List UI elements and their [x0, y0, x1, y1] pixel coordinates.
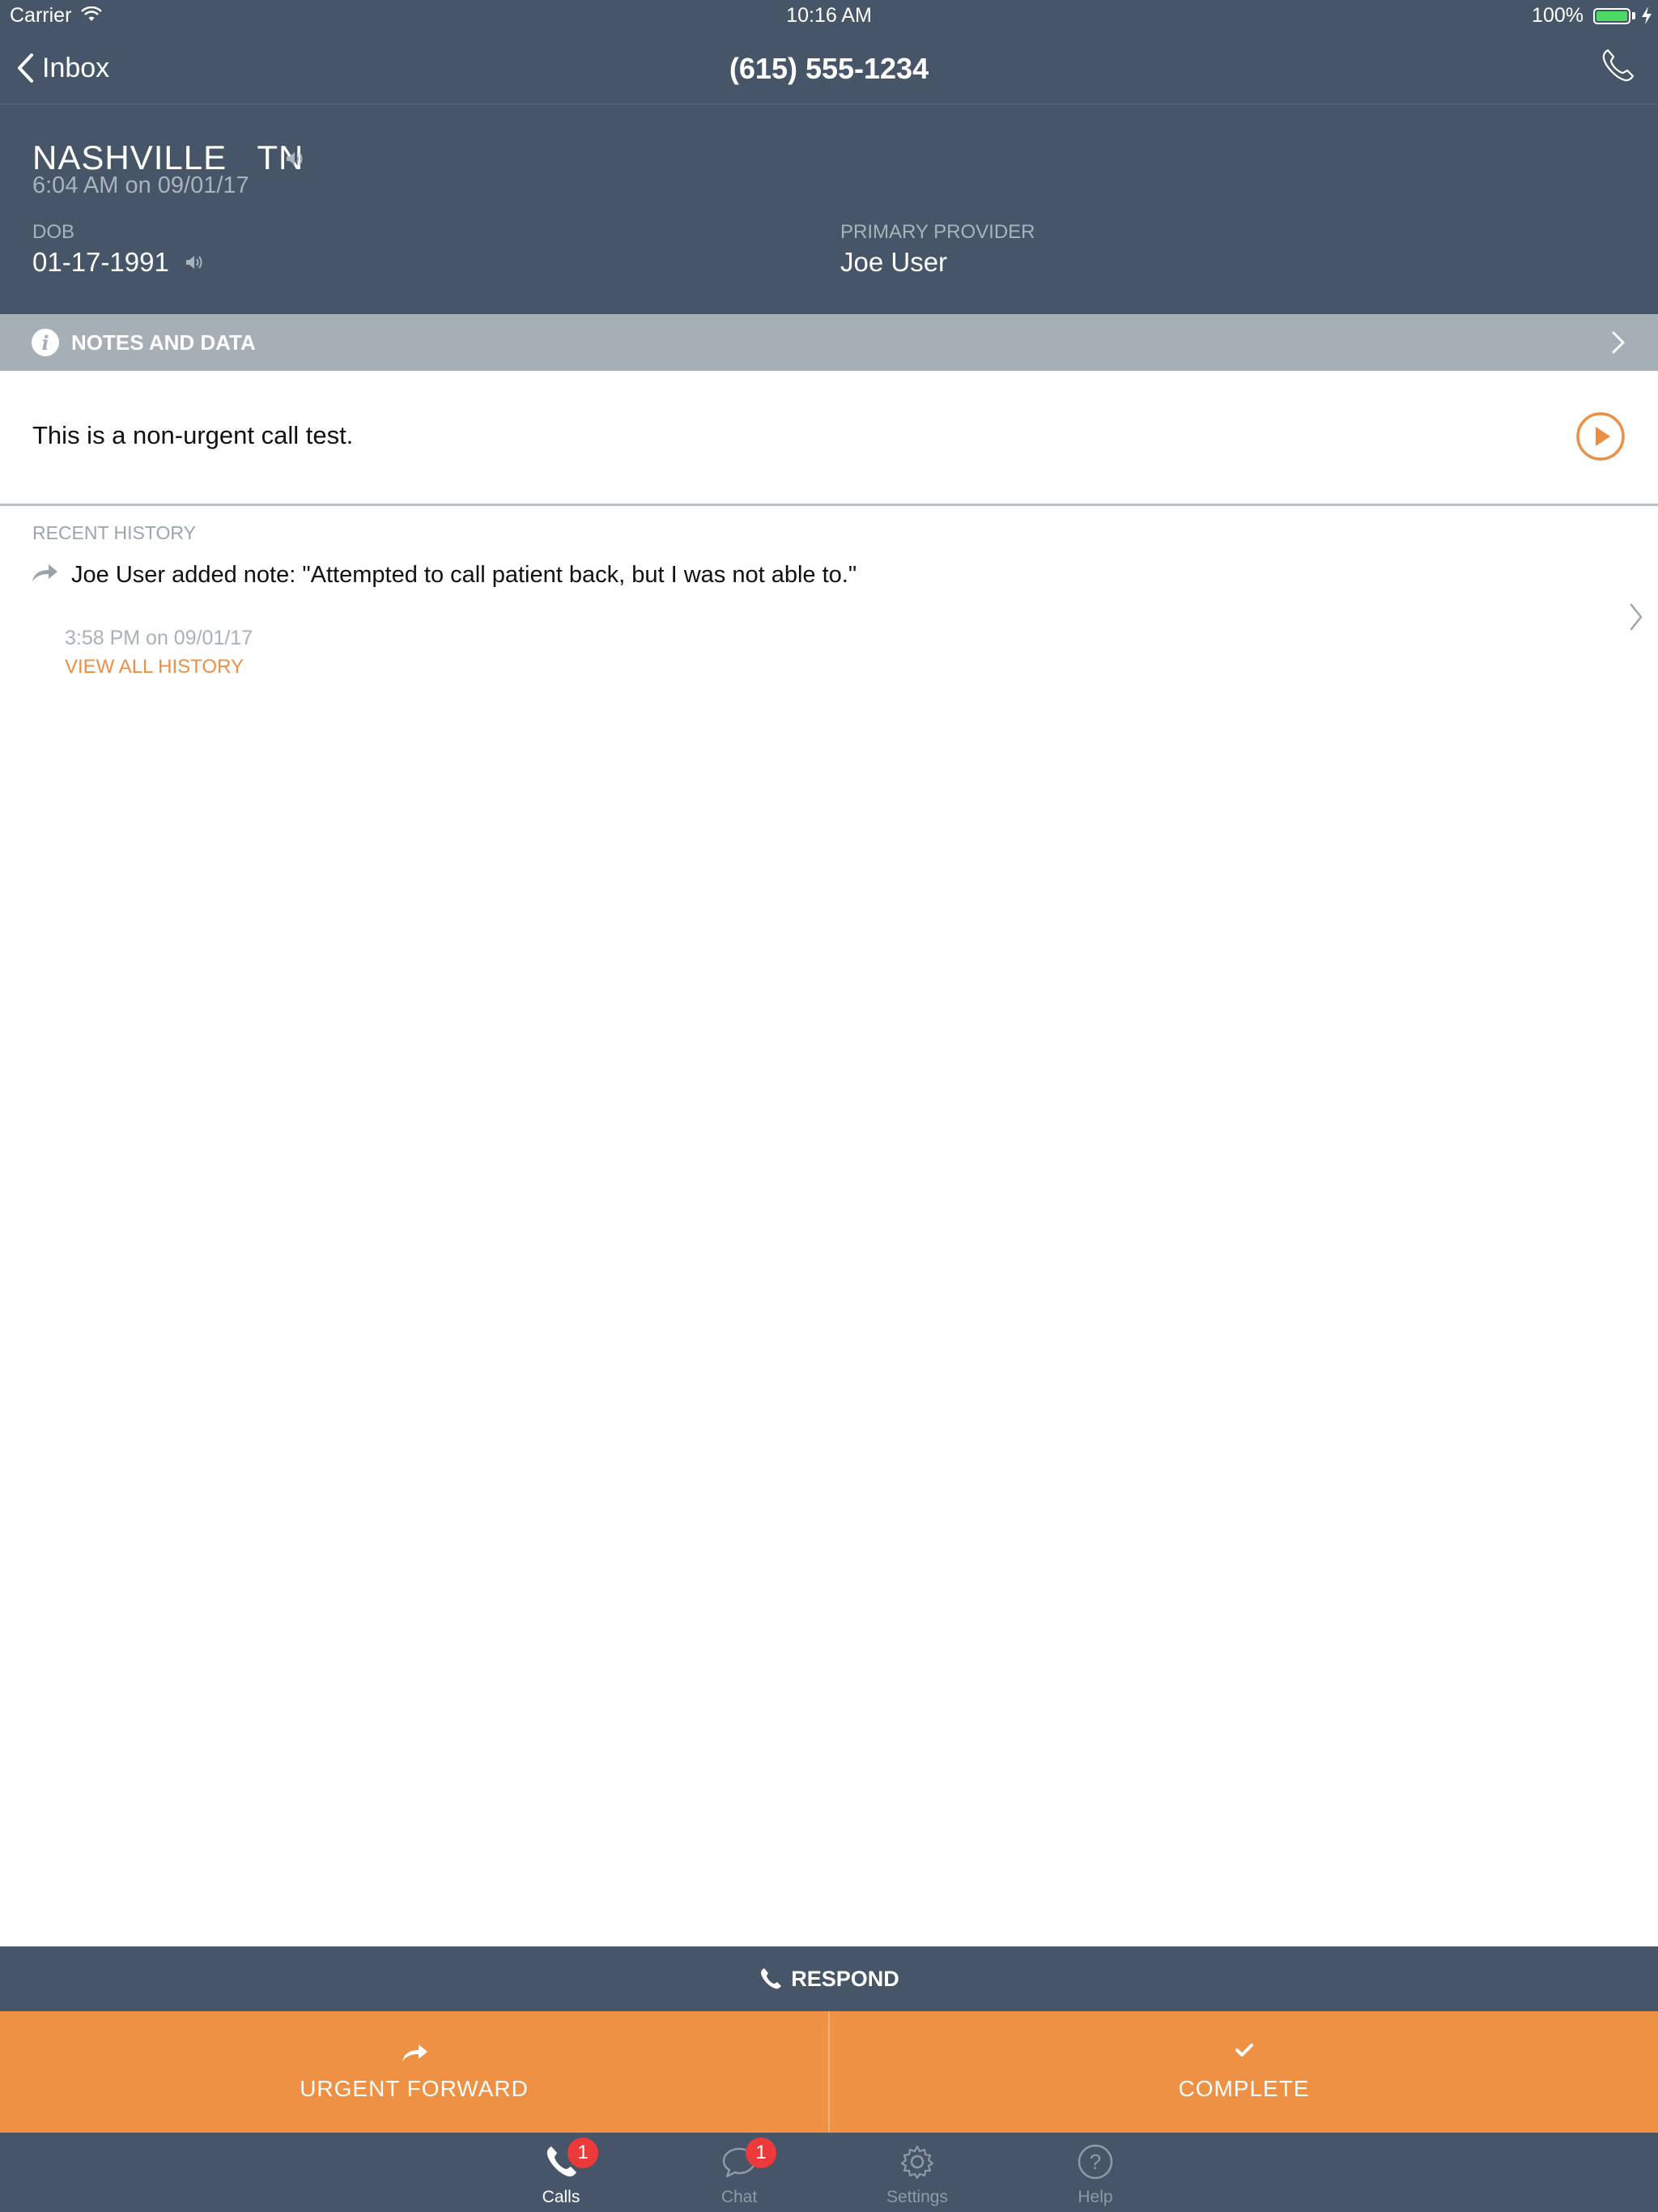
respond-label: RESPOND: [791, 1966, 899, 1991]
phone-icon: [761, 1968, 782, 1989]
svg-text:i: i: [41, 331, 49, 355]
help-icon: ?: [1078, 2144, 1113, 2180]
tab-label: Settings: [886, 2188, 948, 2206]
battery-tip: [1632, 12, 1635, 19]
battery-percent: 100%: [1532, 4, 1584, 27]
tab-label: Chat: [721, 2188, 758, 2206]
complete-label: COMPLETE: [1178, 2076, 1310, 2101]
primary-provider-label: PRIMARY PROVIDER: [840, 221, 1035, 243]
checkmark-icon: [1235, 2044, 1253, 2057]
battery-icon: [1593, 8, 1630, 24]
chat-badge: 1: [746, 2138, 776, 2168]
charging-icon: [1642, 6, 1652, 24]
play-icon[interactable]: [1575, 411, 1626, 462]
tab-label: Help: [1078, 2188, 1113, 2206]
dob-value: 01-17-1991: [32, 247, 169, 277]
call-phone-icon[interactable]: [1598, 45, 1639, 86]
history-timestamp: 3:58 PM on 09/01/17: [65, 627, 253, 649]
tab-chat[interactable]: 1 Chat: [691, 2133, 788, 2212]
call-message: This is a non-urgent call test.: [0, 371, 1658, 506]
history-note: Joe User added note: "Attempted to call …: [71, 562, 857, 588]
tab-help[interactable]: ? Help: [1047, 2133, 1144, 2212]
view-all-history-link[interactable]: VIEW ALL HISTORY: [65, 656, 244, 678]
primary-provider-value: Joe User: [840, 247, 948, 277]
notes-and-data-label: NOTES AND DATA: [71, 330, 256, 355]
patient-location: NASHVILLE TN: [32, 138, 304, 177]
chevron-right-icon: [1612, 331, 1625, 354]
gear-icon: [900, 2145, 934, 2180]
history-entry[interactable]: Joe User added note: "Attempted to call …: [0, 551, 1658, 696]
status-time: 10:16 AM: [786, 4, 872, 27]
calls-badge: 1: [568, 2138, 598, 2168]
complete-button[interactable]: COMPLETE: [830, 2011, 1658, 2133]
status-bar: Carrier 10:16 AM 100%: [0, 0, 1658, 32]
message-text: This is a non-urgent call test.: [32, 421, 354, 449]
speaker-icon[interactable]: [285, 150, 304, 168]
tab-settings[interactable]: Settings: [869, 2133, 966, 2212]
info-icon: i: [32, 329, 59, 356]
page-title: (615) 555-1234: [729, 52, 929, 85]
forward-arrow-icon: [402, 2044, 427, 2061]
tab-bar: 1 Calls 1 Chat Settings ? Help: [0, 2133, 1658, 2212]
tab-label: Calls: [542, 2188, 580, 2206]
dob-label: DOB: [32, 221, 75, 243]
call-timestamp: 6:04 AM on 09/01/17: [32, 172, 249, 198]
speaker-icon[interactable]: [185, 253, 204, 271]
urgent-forward-label: URGENT FORWARD: [300, 2076, 529, 2101]
recent-history-label: RECENT HISTORY: [32, 522, 196, 543]
chevron-right-icon: [1630, 603, 1643, 631]
urgent-forward-button[interactable]: URGENT FORWARD: [0, 2011, 828, 2133]
tab-calls[interactable]: 1 Calls: [512, 2133, 610, 2212]
forward-arrow-icon: [32, 564, 57, 581]
navigation-bar: Inbox (615) 555-1234: [0, 32, 1658, 104]
patient-header: NASHVILLE TN 6:04 AM on 09/01/17 DOB 01-…: [0, 104, 1658, 314]
action-buttons: URGENT FORWARD COMPLETE: [0, 2011, 1658, 2133]
respond-button[interactable]: RESPOND: [0, 1946, 1658, 2011]
notes-and-data-bar[interactable]: i NOTES AND DATA: [0, 314, 1658, 371]
svg-text:?: ?: [1090, 2150, 1101, 2174]
